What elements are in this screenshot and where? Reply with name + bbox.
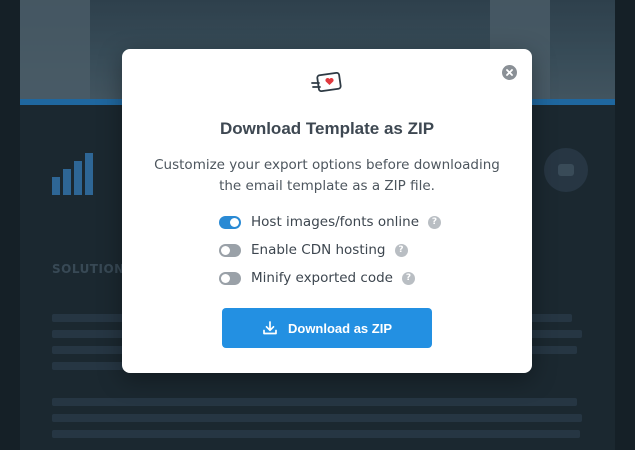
download-button-label: Download as ZIP <box>287 320 392 336</box>
close-button[interactable] <box>502 65 517 80</box>
help-icon[interactable]: ? <box>401 271 415 285</box>
modal-description: Customize your export options before dow… <box>154 157 500 194</box>
download-icon <box>263 321 277 335</box>
help-icon[interactable]: ? <box>394 243 408 257</box>
minify-code-toggle[interactable] <box>219 271 241 285</box>
option-label[interactable]: Host images/fonts online <box>251 214 419 230</box>
close-icon <box>506 69 513 76</box>
host-images-toggle[interactable] <box>219 215 241 229</box>
email-heart-icon <box>311 71 342 93</box>
option-cdn-hosting: Enable CDN hosting ? <box>219 240 408 260</box>
help-icon[interactable]: ? <box>428 215 442 229</box>
download-zip-button[interactable]: Download as ZIP <box>222 308 432 348</box>
download-zip-modal: Download Template as ZIP Customize your … <box>122 49 532 373</box>
option-label[interactable]: Enable CDN hosting <box>251 242 386 258</box>
option-minify-code: Minify exported code ? <box>219 268 415 288</box>
modal-title: Download Template as ZIP <box>219 119 435 138</box>
option-host-images: Host images/fonts online ? <box>219 212 442 232</box>
option-label[interactable]: Minify exported code <box>251 270 393 286</box>
cdn-hosting-toggle[interactable] <box>219 243 241 257</box>
